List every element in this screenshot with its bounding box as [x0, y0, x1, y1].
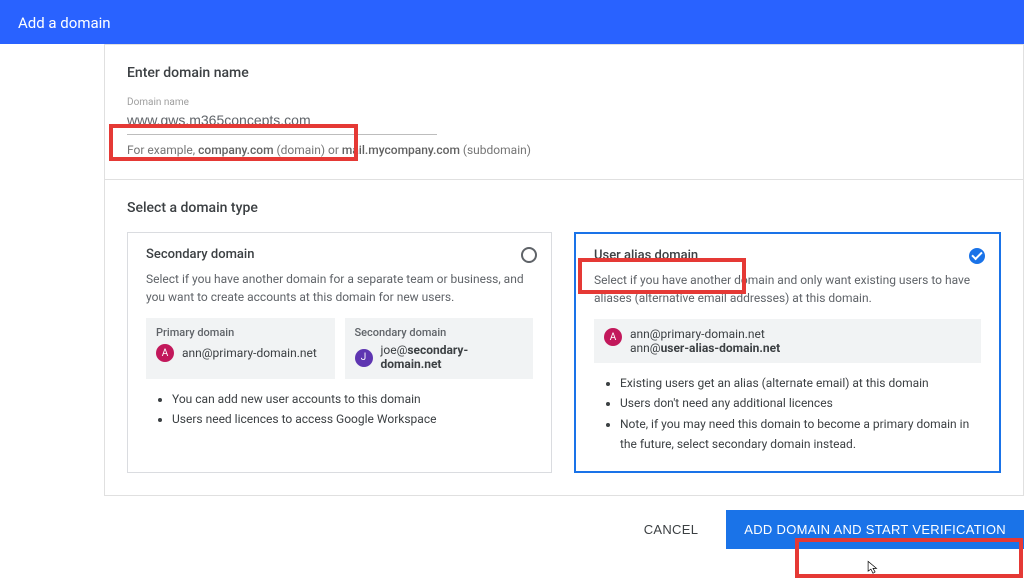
avatar-a-icon: A: [604, 328, 622, 346]
alias-example: A ann@primary-domain.net ann@user-alias-…: [594, 319, 981, 363]
check-selected-icon: [969, 248, 985, 264]
select-type-card: Select a domain type Secondary domain Se…: [104, 179, 1024, 496]
cancel-button[interactable]: CANCEL: [630, 512, 713, 547]
option-secondary-domain[interactable]: Secondary domain Select if you have anot…: [127, 232, 552, 473]
primary-domain-example: Primary domain A ann@primary-domain.net: [146, 318, 335, 379]
dialog-footer: CANCEL ADD DOMAIN AND START VERIFICATION: [104, 496, 1024, 549]
avatar-j-icon: J: [355, 349, 373, 367]
secondary-desc: Select if you have another domain for a …: [146, 270, 533, 306]
main-content: Enter domain name Domain name For exampl…: [0, 44, 1024, 549]
secondary-bullets: You can add new user accounts to this do…: [146, 389, 533, 430]
secondary-domain-example: Secondary domain J joe@secondary-domain.…: [345, 318, 534, 379]
option-user-alias-domain[interactable]: User alias domain Select if you have ano…: [574, 232, 1001, 473]
domain-helper-text: For example, company.com (domain) or mai…: [127, 143, 1001, 157]
avatar-a-icon: A: [156, 344, 174, 362]
domain-input-label: Domain name: [127, 97, 437, 108]
add-domain-button[interactable]: ADD DOMAIN AND START VERIFICATION: [726, 510, 1024, 549]
enter-domain-card: Enter domain name Domain name For exampl…: [104, 44, 1024, 179]
page-title: Add a domain: [18, 14, 111, 32]
domain-input[interactable]: [127, 108, 437, 135]
radio-unselected-icon: [521, 247, 537, 263]
select-type-heading: Select a domain type: [127, 200, 1001, 216]
alias-bullets: Existing users get an alias (alternate e…: [594, 373, 981, 455]
enter-domain-heading: Enter domain name: [127, 65, 1001, 81]
page-header: Add a domain: [0, 0, 1024, 44]
secondary-title: Secondary domain: [146, 247, 533, 262]
alias-desc: Select if you have another domain and on…: [594, 271, 981, 307]
alias-title: User alias domain: [594, 248, 981, 263]
cursor-icon: [866, 560, 880, 574]
